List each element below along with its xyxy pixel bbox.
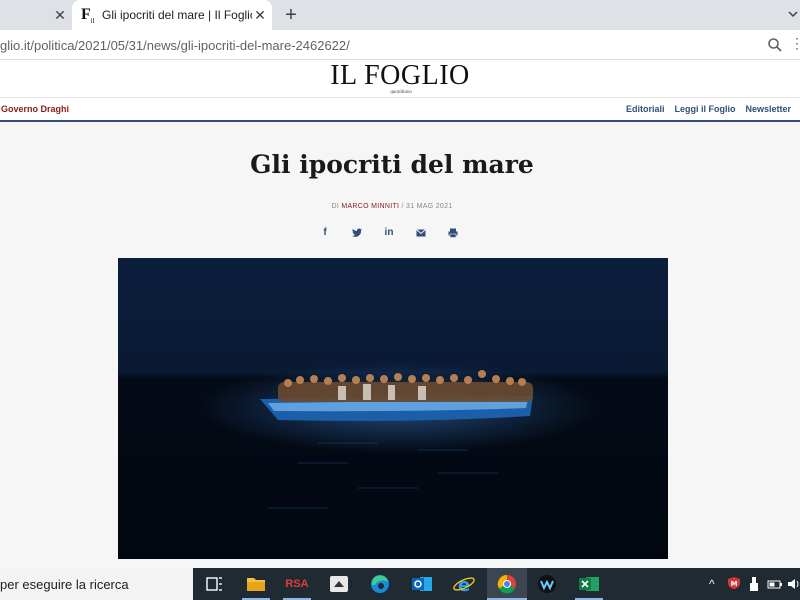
file-explorer-icon[interactable] — [242, 572, 270, 596]
browser-tabstrip: ✕ Fil Gli ipocriti del mare | Il Foglio … — [0, 0, 800, 30]
logo-subtitle: quotidiano — [390, 90, 412, 95]
article: Gli ipocriti del mare DI MARCO MINNITI /… — [0, 122, 800, 568]
close-tab-icon[interactable]: ✕ — [52, 7, 68, 23]
rsa-icon[interactable]: RSA — [283, 572, 311, 596]
new-tab-button[interactable]: + — [280, 4, 302, 26]
twitter-icon[interactable] — [350, 226, 364, 240]
byline-prefix: DI — [331, 203, 340, 210]
windows-taskbar: per eseguire la ricerca RSA e ^ M — [0, 568, 800, 600]
more-menu-icon[interactable]: ⋮ — [790, 36, 800, 50]
site-logo[interactable]: IL FOGLIO — [300, 62, 500, 90]
close-tab-icon[interactable]: ✕ — [252, 7, 268, 23]
tab-title: Gli ipocriti del mare | Il Foglio — [102, 8, 252, 22]
tab-search-icon[interactable] — [788, 6, 800, 22]
usb-icon[interactable] — [749, 576, 759, 596]
taskbar-search-box[interactable]: per eseguire la ricerca — [0, 568, 193, 600]
task-view-icon[interactable] — [200, 572, 228, 596]
nav-link-governo-draghi[interactable]: Governo Draghi — [1, 104, 69, 115]
nav-right-links: Editoriali Leggi il Foglio Newsletter — [626, 104, 791, 115]
author-link[interactable]: MARCO MINNITI — [341, 203, 399, 210]
linkedin-icon[interactable]: in — [382, 226, 396, 240]
tab-previous[interactable]: ✕ — [0, 0, 72, 30]
zoom-icon[interactable] — [766, 36, 784, 54]
chevron-up-icon[interactable]: ^ — [709, 576, 715, 592]
webex-icon[interactable] — [533, 572, 561, 596]
search-placeholder: per eseguire la ricerca — [0, 577, 129, 592]
volume-icon[interactable] — [787, 576, 800, 596]
mail-icon[interactable] — [414, 226, 428, 240]
excel-icon[interactable] — [575, 572, 603, 596]
app-icon[interactable] — [325, 572, 353, 596]
nav-link-leggi-il-foglio[interactable]: Leggi il Foglio — [674, 104, 735, 115]
url-text[interactable]: glio.it/politica/2021/05/31/news/gli-ipo… — [0, 38, 350, 53]
nav-link-editoriali[interactable]: Editoriali — [626, 104, 665, 115]
battery-icon[interactable] — [767, 576, 783, 596]
screen: ✕ Fil Gli ipocriti del mare | Il Foglio … — [0, 0, 800, 600]
hero-image[interactable] — [118, 258, 668, 559]
browser-toolbar: glio.it/politica/2021/05/31/news/gli-ipo… — [0, 30, 800, 60]
il-foglio-favicon: Fil — [81, 6, 95, 26]
svg-text:M: M — [731, 580, 738, 588]
chrome-icon[interactable] — [493, 572, 521, 596]
security-tray-icon[interactable]: M — [727, 576, 743, 592]
internet-explorer-icon[interactable]: e — [450, 572, 478, 596]
nav-link-newsletter[interactable]: Newsletter — [745, 104, 791, 115]
edge-icon[interactable] — [366, 572, 394, 596]
article-headline: Gli ipocriti del mare — [250, 150, 534, 179]
site-header: IL FOGLIO quotidiano — [0, 60, 800, 98]
facebook-icon[interactable]: f — [318, 226, 332, 240]
address-bar[interactable]: glio.it/politica/2021/05/31/news/gli-ipo… — [0, 33, 790, 57]
outlook-icon[interactable] — [408, 572, 436, 596]
site-nav: Governo Draghi Editoriali Leggi il Fogli… — [0, 98, 800, 122]
share-bar: f in — [318, 226, 464, 240]
print-icon[interactable] — [446, 226, 460, 240]
article-byline: DI MARCO MINNITI / 31 MAG 2021 — [0, 202, 784, 211]
article-date: / 31 MAG 2021 — [401, 203, 453, 210]
tab-active[interactable]: Fil Gli ipocriti del mare | Il Foglio ✕ — [72, 0, 272, 30]
